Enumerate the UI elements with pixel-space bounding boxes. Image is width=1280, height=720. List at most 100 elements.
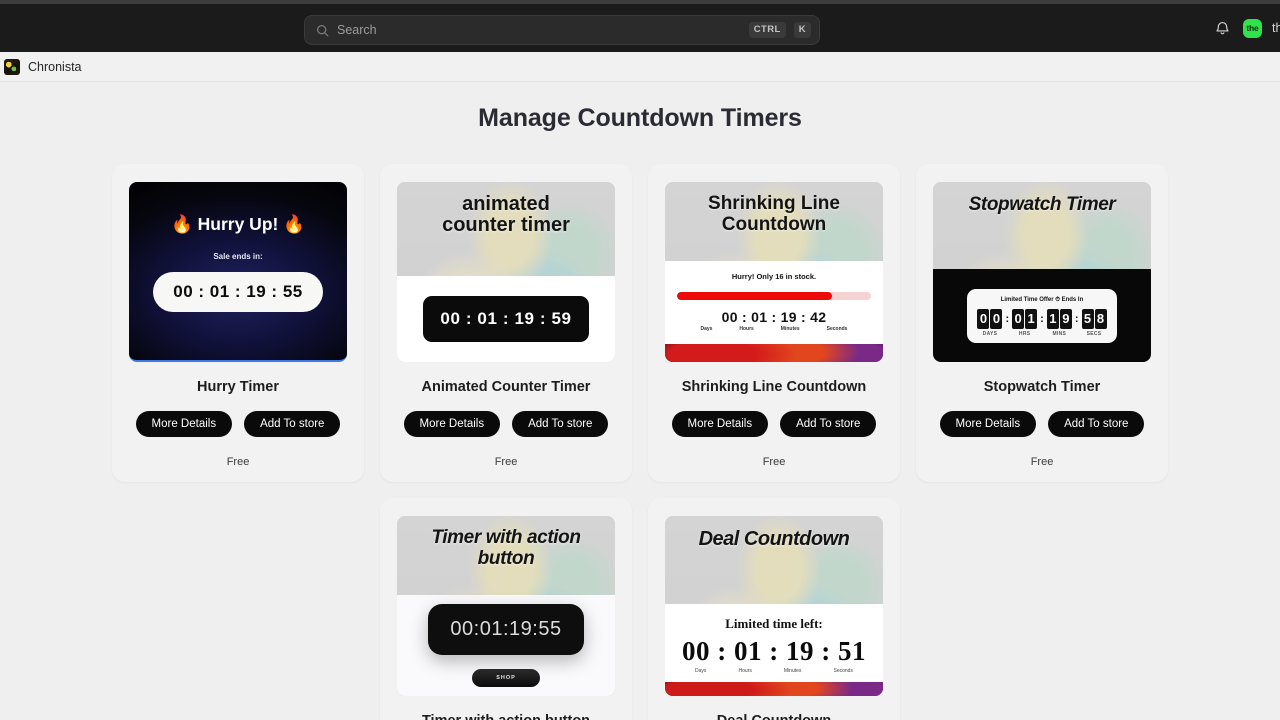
card-price: Free xyxy=(494,456,518,468)
preview-heading: Stopwatch Timer xyxy=(968,194,1116,215)
user-name-label: the xyxy=(1272,21,1280,35)
shortcut-k-badge: K xyxy=(793,22,811,38)
digit: 1 xyxy=(1046,308,1059,329)
breadcrumb-app-name[interactable]: Chronista xyxy=(28,60,82,74)
flip-digits-days: 0 0 xyxy=(977,308,1003,329)
preview-heading-line1: Timer with action xyxy=(431,527,581,548)
preview-heading: Timer with action button xyxy=(397,516,615,570)
more-details-button[interactable]: More Details xyxy=(135,411,233,437)
timer-preview-hurry: 🔥 Hurry Up! 🔥 Sale ends in: 00 : 01 : 19… xyxy=(129,182,347,362)
preview-countdown: 00:01:19:55 xyxy=(428,604,584,655)
card-actions: More Details Add To store xyxy=(939,411,1145,437)
card-title: Deal Countdown xyxy=(717,713,831,720)
timer-card-animated-counter[interactable]: animated counter timer 00 : 01 : 19 : 59… xyxy=(380,164,632,482)
preview-heading-line2: button xyxy=(477,547,535,569)
preview-subtext: Sale ends in: xyxy=(213,252,263,261)
digit: 0 xyxy=(977,308,990,329)
timer-card-shrinking-line[interactable]: Shrinking Line Countdown Hurry! Only 16 … xyxy=(648,164,900,482)
unit-label-minutes: Minutes xyxy=(780,326,800,332)
more-details-button[interactable]: More Details xyxy=(939,411,1037,437)
timer-preview-deal-countdown: Deal Countdown Limited time left: 00 : 0… xyxy=(665,516,883,696)
add-to-store-button[interactable]: Add To store xyxy=(1048,411,1145,437)
card-title: Animated Counter Timer xyxy=(421,379,591,395)
digit: 1 xyxy=(1025,308,1038,329)
preview-heading-line2: counter timer xyxy=(442,214,570,236)
card-title: Stopwatch Timer xyxy=(983,379,1101,395)
unit-label-mins: MINS xyxy=(1052,330,1067,337)
search-input[interactable] xyxy=(337,23,741,37)
preview-heading: 🔥 Hurry Up! 🔥 xyxy=(170,214,305,234)
global-search[interactable]: CTRL K xyxy=(304,15,820,45)
preview-countdown: 00 : 01 : 19 : 51 xyxy=(682,636,866,666)
preview-heading-line1: Shrinking Line xyxy=(708,193,840,214)
unit-label-days: Days xyxy=(695,668,707,674)
unit-label-hours: Hours xyxy=(739,326,754,332)
more-details-button[interactable]: More Details xyxy=(403,411,501,437)
timer-template-grid: 🔥 Hurry Up! 🔥 Sale ends in: 00 : 01 : 19… xyxy=(0,164,1280,720)
card-price: Free xyxy=(762,456,786,468)
card-price: Free xyxy=(1030,456,1054,468)
flip-group-secs: 5 8 SECS xyxy=(1081,308,1107,337)
unit-labels: Days Hours Minutes Seconds xyxy=(665,668,883,674)
progress-fill xyxy=(677,292,833,300)
unit-label-secs: SECS xyxy=(1086,330,1102,337)
preview-heading: Deal Countdown xyxy=(698,528,850,550)
preview-timer-panel: 00 : 01 : 19 : 59 xyxy=(397,276,615,362)
progress-track xyxy=(677,292,871,300)
flip-digits-secs: 5 8 xyxy=(1081,308,1107,329)
card-title: Timer with action button xyxy=(422,713,590,720)
unit-label-seconds: Seconds xyxy=(833,668,853,674)
add-to-store-button[interactable]: Add To store xyxy=(780,411,877,437)
card-price: Free xyxy=(226,456,250,468)
grid-spacer xyxy=(112,498,364,720)
timer-preview-animated-counter: animated counter timer 00 : 01 : 19 : 59 xyxy=(397,182,615,362)
card-actions: More Details Add To store xyxy=(403,411,609,437)
preview-heading-line1: animated xyxy=(462,193,550,215)
preview-timer-panel: Limited time left: 00 : 01 : 19 : 51 Day… xyxy=(665,604,883,696)
card-actions: More Details Add To store xyxy=(671,411,877,437)
preview-footer-strip xyxy=(665,344,883,362)
preview-footer-strip xyxy=(665,682,883,696)
unit-label-days: Days xyxy=(700,326,713,332)
page-title: Manage Countdown Timers xyxy=(478,104,802,132)
card-actions: More Details Add To store xyxy=(135,411,341,437)
search-icon xyxy=(316,24,329,37)
page-content: Manage Countdown Timers 🔥 Hurry Up! 🔥 Sa… xyxy=(0,82,1280,720)
flip-digits-hrs: 0 1 xyxy=(1012,308,1038,329)
unit-label-hours: Hours xyxy=(738,668,752,674)
stock-message: Hurry! Only 16 in stock. xyxy=(731,272,817,281)
timer-card-deal-countdown[interactable]: Deal Countdown Limited time left: 00 : 0… xyxy=(648,498,900,720)
preview-timer-panel: 00:01:19:55 SHOP xyxy=(397,595,615,696)
preview-subtext: Limited time left: xyxy=(725,616,823,631)
unit-labels: Days Hours Minutes Seconds xyxy=(677,326,871,332)
shop-button[interactable]: SHOP xyxy=(472,669,540,687)
unit-label-minutes: Minutes xyxy=(783,668,802,674)
timer-card-action-button[interactable]: Timer with action button 00:01:19:55 SHO… xyxy=(380,498,632,720)
flip-group-mins: 1 9 MINS xyxy=(1046,308,1072,337)
separator: : xyxy=(1040,312,1044,325)
flip-digit-row: 0 0 DAYS : 0 1 HRS: 1 9 MINS: 5 8 SECS xyxy=(977,308,1107,337)
flip-group-hrs: 0 1 HRS xyxy=(1012,308,1038,337)
unit-label-days: DAYS xyxy=(982,330,998,337)
more-details-button[interactable]: More Details xyxy=(671,411,769,437)
offer-label: Limited Time Offer ⏱ Ends In xyxy=(1000,296,1084,303)
digit: 0 xyxy=(990,308,1003,329)
search-box[interactable]: CTRL K xyxy=(304,15,820,45)
top-navigation-bar: CTRL K the the xyxy=(0,4,1280,52)
add-to-store-button[interactable]: Add To store xyxy=(244,411,341,437)
add-to-store-button[interactable]: Add To store xyxy=(512,411,609,437)
unit-label-hrs: HRS xyxy=(1018,330,1031,337)
preview-heading: animated counter timer xyxy=(397,182,615,236)
timer-card-stopwatch[interactable]: Stopwatch Timer Limited Time Offer ⏱ End… xyxy=(916,164,1168,482)
flip-digits-mins: 1 9 xyxy=(1046,308,1072,329)
breadcrumb: Chronista xyxy=(0,52,1280,82)
notifications-bell-icon[interactable] xyxy=(1211,17,1233,39)
user-avatar[interactable]: the xyxy=(1243,18,1262,38)
timer-card-hurry[interactable]: 🔥 Hurry Up! 🔥 Sale ends in: 00 : 01 : 19… xyxy=(112,164,364,482)
card-title: Hurry Timer xyxy=(197,379,279,395)
digit: 9 xyxy=(1059,308,1072,329)
unit-label-seconds: Seconds xyxy=(826,326,848,332)
shortcut-ctrl-badge: CTRL xyxy=(748,22,786,38)
preview-countdown: 00 : 01 : 19 : 59 xyxy=(423,296,589,342)
timer-preview-shrinking-line: Shrinking Line Countdown Hurry! Only 16 … xyxy=(665,182,883,362)
